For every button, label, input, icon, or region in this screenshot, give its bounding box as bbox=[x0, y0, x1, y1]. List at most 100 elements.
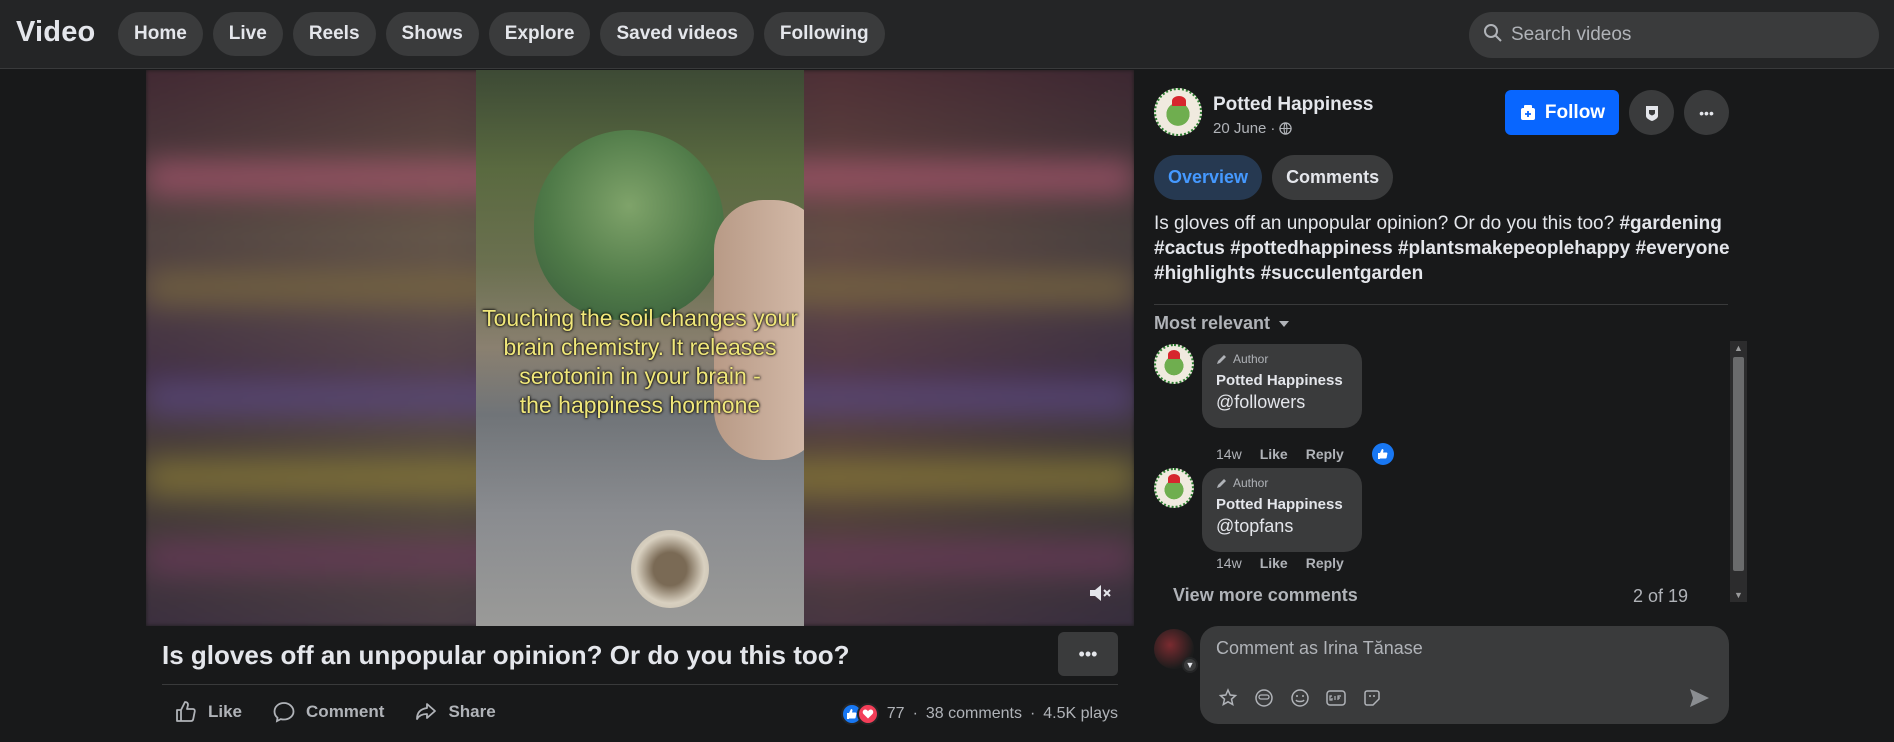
follow-label: Follow bbox=[1544, 101, 1606, 123]
comment-text[interactable]: @topfans bbox=[1216, 516, 1348, 537]
divider bbox=[162, 684, 1118, 685]
bookmark-shield-icon bbox=[1645, 105, 1658, 121]
page-more-button[interactable]: ••• bbox=[1684, 90, 1729, 135]
avatar-face-icon[interactable] bbox=[1252, 686, 1276, 710]
comment-input[interactable] bbox=[1216, 638, 1696, 659]
caret-down-icon bbox=[1279, 320, 1290, 327]
avatar-sticker-icon[interactable] bbox=[1216, 686, 1240, 710]
video-player[interactable]: Touching the soil changes your brain che… bbox=[146, 70, 1134, 626]
separator-dot: · bbox=[1270, 120, 1276, 137]
hashtag-link[interactable]: #highlights bbox=[1154, 263, 1255, 284]
like-button[interactable]: Like bbox=[174, 700, 242, 724]
post-date: 20 June · bbox=[1213, 120, 1293, 137]
like-reaction-icon[interactable] bbox=[1371, 443, 1394, 465]
comment-bubble: Author Potted Happiness @followers bbox=[1202, 344, 1362, 428]
like-label: Like bbox=[208, 702, 243, 721]
hashtag-link[interactable]: #succulentgarden bbox=[1261, 263, 1424, 284]
send-icon[interactable] bbox=[1687, 686, 1713, 712]
comment-sort-dropdown[interactable]: Most relevant bbox=[1154, 313, 1290, 334]
tab-overview[interactable]: Overview bbox=[1154, 155, 1263, 200]
hashtag-link[interactable]: #gardening bbox=[1619, 213, 1721, 234]
chevron-down-icon[interactable]: ▼ bbox=[1182, 657, 1198, 673]
search-input[interactable] bbox=[1511, 24, 1851, 46]
tab-comments[interactable]: Comments bbox=[1272, 155, 1394, 200]
caption-line: brain chemistry. It releases bbox=[503, 334, 777, 360]
save-video-button[interactable] bbox=[1629, 90, 1674, 135]
reaction-count[interactable]: 77 bbox=[887, 705, 905, 723]
page-name[interactable]: Potted Happiness bbox=[1213, 94, 1373, 116]
separator-dot: · bbox=[912, 705, 918, 722]
search-box[interactable] bbox=[1469, 12, 1879, 58]
share-arrow-icon bbox=[416, 703, 437, 720]
scroll-down-arrow-icon[interactable]: ▼ bbox=[1730, 588, 1747, 602]
hashtag-link[interactable]: #everyone bbox=[1636, 238, 1730, 259]
video-more-button[interactable]: ••• bbox=[1058, 632, 1118, 676]
follow-page-icon bbox=[1520, 104, 1535, 120]
sort-label: Most relevant bbox=[1154, 313, 1271, 333]
page-avatar[interactable] bbox=[1154, 88, 1202, 136]
hashtag-link[interactable]: #pottedhappiness bbox=[1230, 238, 1393, 259]
comment-meta: 14w Like Reply bbox=[1216, 443, 1394, 465]
scrollbar-thumb[interactable] bbox=[1733, 357, 1744, 571]
comment-bubble-icon bbox=[273, 702, 295, 723]
comment-time[interactable]: 14w bbox=[1216, 555, 1242, 571]
caption-line: serotonin in your brain - bbox=[519, 363, 761, 389]
pencil-icon bbox=[1217, 479, 1226, 488]
reaction-icons[interactable] bbox=[840, 703, 879, 725]
description-text: Is gloves off an unpopular opinion? Or d… bbox=[1154, 213, 1615, 234]
share-label: Share bbox=[448, 702, 496, 721]
more-dots-icon: ••• bbox=[1699, 104, 1714, 121]
mute-button[interactable] bbox=[1088, 582, 1114, 610]
post-date-text[interactable]: 20 June bbox=[1213, 120, 1266, 137]
comments-count[interactable]: 38 comments bbox=[926, 705, 1022, 723]
emoji-icon[interactable] bbox=[1288, 686, 1312, 710]
user-avatar[interactable]: ▼ bbox=[1154, 629, 1198, 673]
comment-text[interactable]: @followers bbox=[1216, 392, 1348, 413]
comment-avatar[interactable] bbox=[1154, 344, 1194, 384]
share-button[interactable]: Share bbox=[414, 700, 496, 724]
comment-author[interactable]: Potted Happiness bbox=[1216, 372, 1348, 389]
pencil-icon bbox=[1217, 355, 1226, 364]
comment-bubble: Author Potted Happiness @topfans bbox=[1202, 468, 1362, 552]
video-title: Is gloves off an unpopular opinion? Or d… bbox=[162, 640, 850, 670]
top-bar: Video Home Live Reels Shows Explore Save… bbox=[0, 0, 1894, 69]
nav-reels[interactable]: Reels bbox=[292, 12, 376, 56]
panel-tabs: Overview Comments bbox=[1154, 155, 1394, 200]
comment-time[interactable]: 14w bbox=[1216, 446, 1242, 462]
follow-button[interactable]: Follow bbox=[1505, 90, 1619, 135]
nav-shows[interactable]: Shows bbox=[385, 12, 479, 56]
hashtag-link[interactable]: #cactus bbox=[1154, 238, 1225, 259]
author-badge: Author bbox=[1216, 476, 1348, 490]
video-frame: Touching the soil changes your brain che… bbox=[476, 70, 804, 626]
comment-avatar[interactable] bbox=[1154, 468, 1194, 508]
nav-following[interactable]: Following bbox=[763, 12, 885, 56]
comment-label: Comment bbox=[306, 702, 385, 721]
nav-explore[interactable]: Explore bbox=[488, 12, 591, 56]
caption-line: Touching the soil changes your bbox=[482, 305, 798, 331]
cactus-avatar-image bbox=[1154, 88, 1202, 136]
nav-live[interactable]: Live bbox=[212, 12, 283, 56]
sticker-icon[interactable] bbox=[1360, 686, 1384, 710]
more-dots-icon: ••• bbox=[1078, 643, 1098, 664]
comment-author[interactable]: Potted Happiness bbox=[1216, 496, 1348, 513]
separator-dot: · bbox=[1029, 705, 1036, 722]
scroll-up-arrow-icon[interactable]: ▲ bbox=[1730, 341, 1747, 355]
comment-reply-button[interactable]: Reply bbox=[1306, 446, 1344, 462]
comments-scrollbar[interactable]: ▲ ▼ bbox=[1730, 341, 1747, 602]
comment-meta: 14w Like Reply bbox=[1216, 555, 1344, 571]
comment-like-button[interactable]: Like bbox=[1260, 555, 1288, 571]
comment-button[interactable]: Comment bbox=[272, 700, 384, 724]
comment-like-button[interactable]: Like bbox=[1260, 446, 1288, 462]
thumbs-up-icon bbox=[176, 701, 196, 722]
view-more-comments-link[interactable]: View more comments bbox=[1173, 585, 1358, 606]
cactus-avatar-image bbox=[1154, 344, 1194, 384]
brand-title: Video bbox=[16, 16, 96, 48]
nav-home[interactable]: Home bbox=[118, 12, 203, 56]
plays-count: 4.5K plays bbox=[1043, 705, 1118, 722]
gif-icon[interactable] bbox=[1324, 686, 1348, 710]
comment-count: 2 of 19 bbox=[1633, 586, 1689, 606]
nav-saved-videos[interactable]: Saved videos bbox=[600, 12, 754, 56]
author-badge-label: Author bbox=[1233, 352, 1269, 366]
hashtag-link[interactable]: #plantsmakepeoplehappy bbox=[1398, 238, 1630, 259]
comment-reply-button[interactable]: Reply bbox=[1306, 555, 1344, 571]
